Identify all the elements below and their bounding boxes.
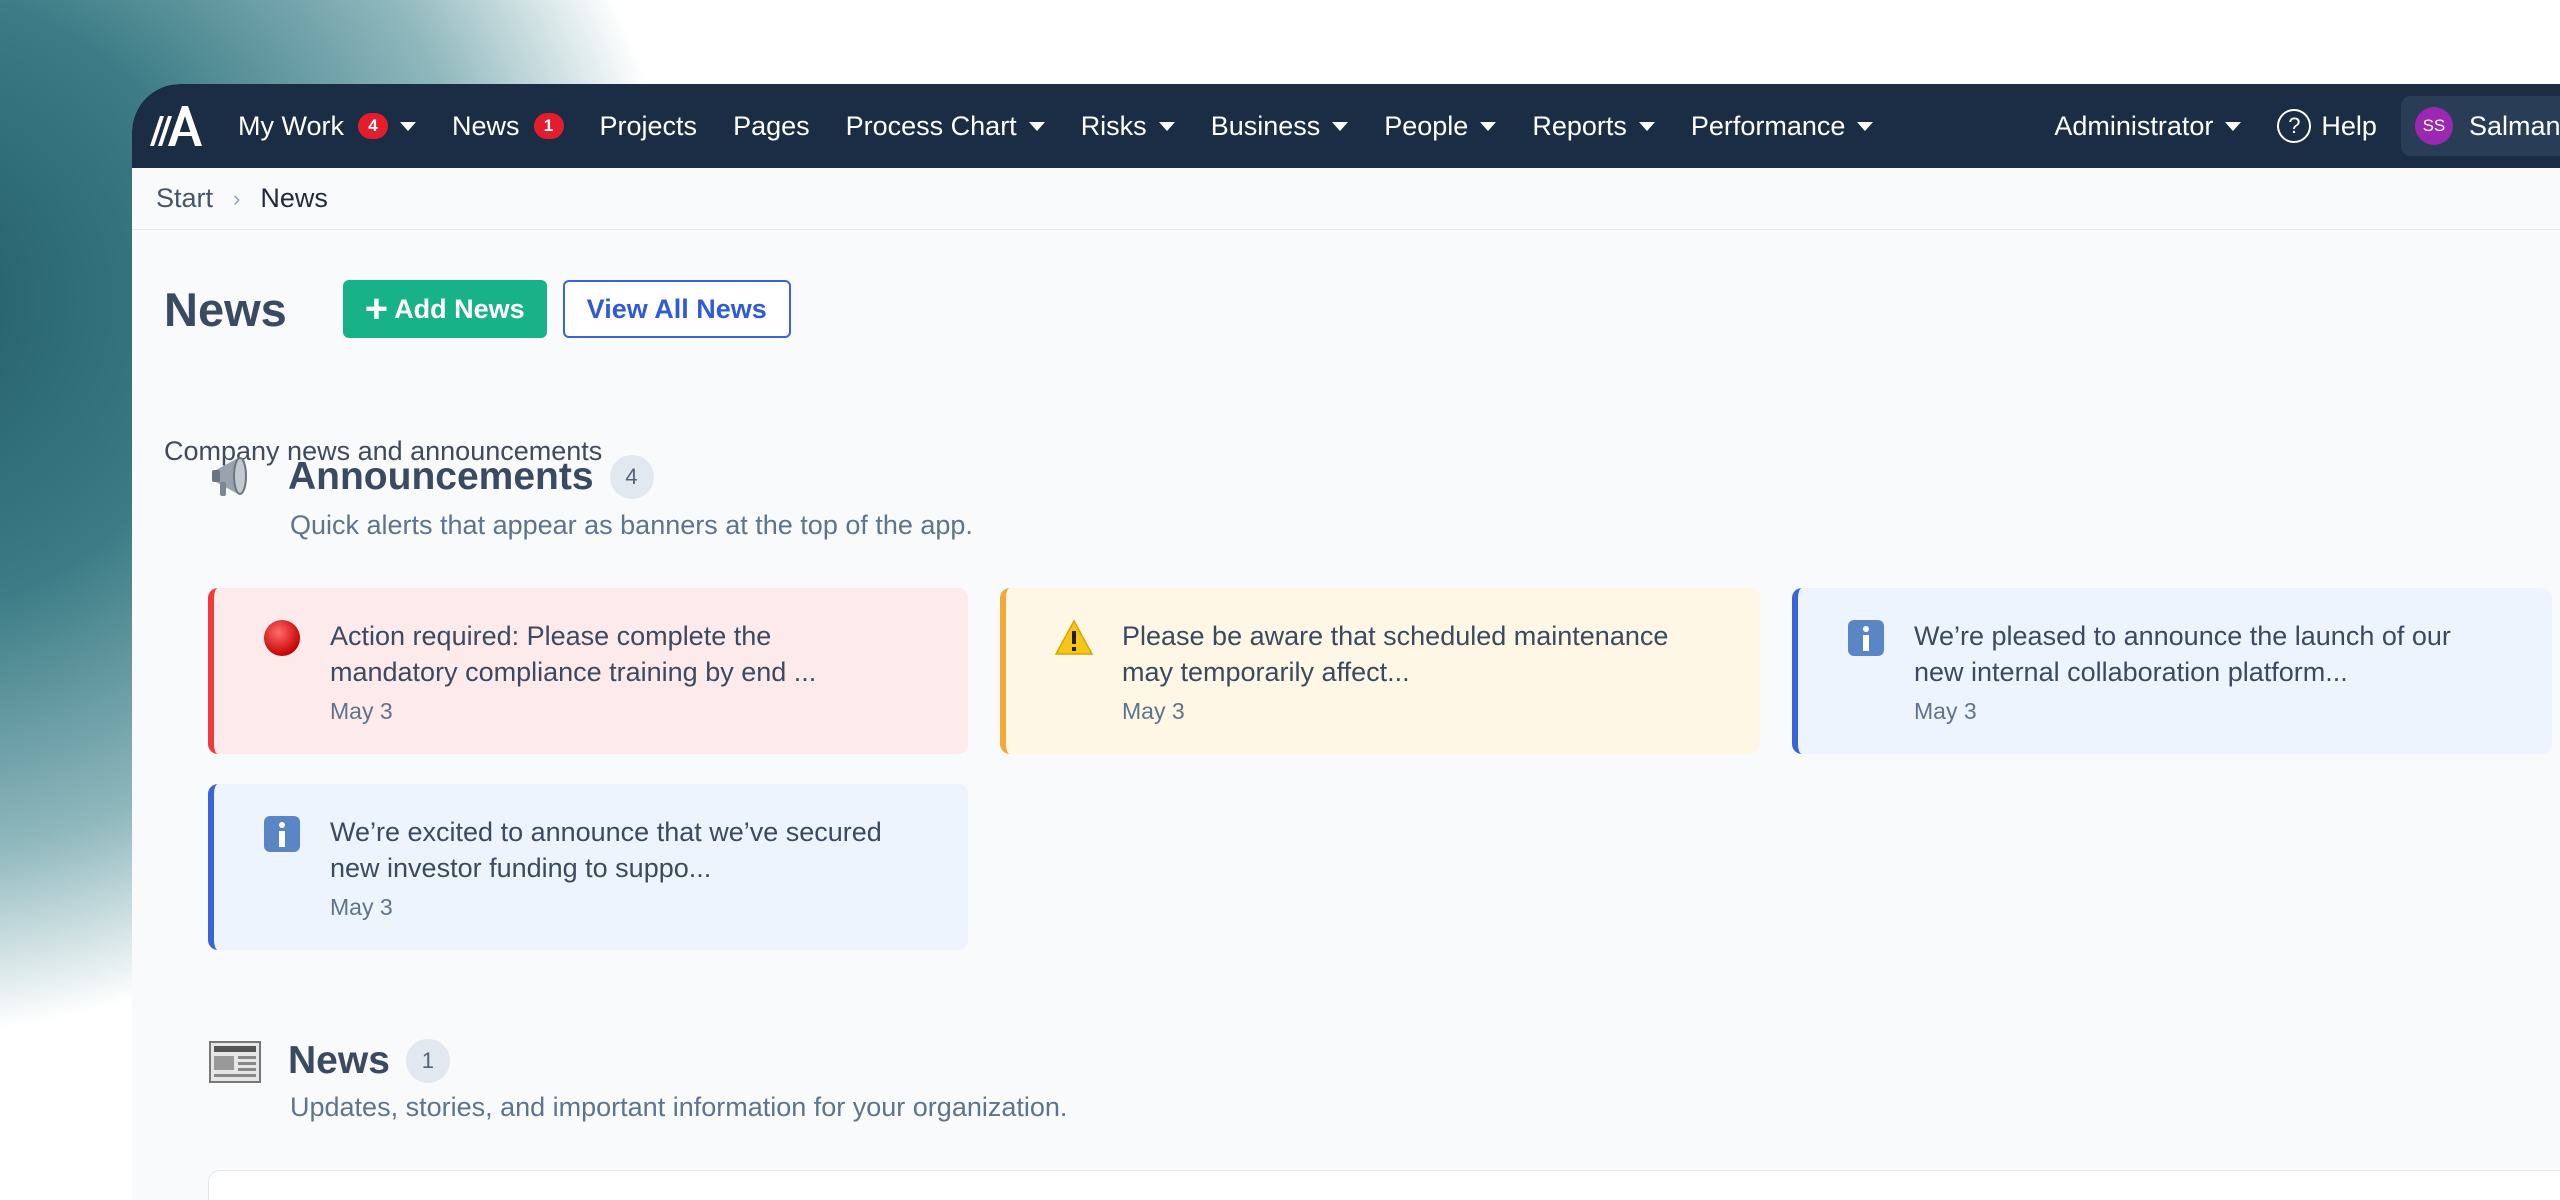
nav-process-chart-label: Process Chart [845, 110, 1017, 141]
chevron-down-icon [400, 121, 416, 131]
newspaper-icon [209, 1041, 261, 1083]
nav-reports-label: Reports [1532, 110, 1627, 141]
nav-process-chart[interactable]: Process Chart [846, 111, 1045, 142]
announcement-date: May 3 [1914, 698, 1977, 724]
warning-icon [1054, 619, 1094, 655]
nav-administrator[interactable]: Administrator [2054, 110, 2242, 142]
add-news-label: Add News [394, 293, 525, 324]
news-section-title: News [288, 1039, 390, 1082]
user-name: Salman S [2468, 110, 2560, 141]
chevron-down-icon [1028, 121, 1045, 131]
nav-business[interactable]: Business [1211, 111, 1349, 142]
news-list-card [208, 1170, 2560, 1200]
chevron-down-icon [1158, 121, 1175, 131]
my-work-badge: 4 [358, 113, 388, 139]
nav-business-label: Business [1210, 110, 1321, 141]
nav-my-work[interactable]: My Work 4 [238, 111, 416, 142]
megaphone-icon [212, 457, 247, 496]
news-badge: 1 [533, 113, 564, 139]
page-title: News [164, 282, 287, 336]
announcement-date: May 3 [330, 698, 393, 724]
nav-projects-label: Projects [599, 110, 698, 141]
nav-projects[interactable]: Projects [600, 111, 698, 142]
chevron-right-icon: › [233, 185, 241, 211]
announcement-card[interactable]: Action required: Please complete the man… [208, 588, 968, 754]
top-navigation: My Work 4 News 1 Projects Pages Process … [132, 84, 2560, 168]
chevron-down-icon [1857, 121, 1874, 131]
view-all-news-button[interactable]: View All News [562, 280, 791, 338]
info-icon [264, 816, 300, 852]
announcement-card[interactable]: We’re excited to announce that we’ve sec… [208, 784, 968, 950]
breadcrumb-current: News [260, 183, 328, 213]
announcement-text: We’re pleased to announce the launch of … [1914, 621, 2451, 687]
announcement-text: Action required: Please complete the man… [330, 621, 817, 687]
announcement-text: Please be aware that scheduled maintenan… [1122, 621, 1669, 687]
chevron-down-icon [1332, 121, 1349, 131]
avatar: SS [2414, 107, 2453, 145]
nav-performance-label: Performance [1690, 110, 1846, 141]
app-logo-icon[interactable] [148, 102, 202, 150]
nav-pages[interactable]: Pages [733, 111, 810, 142]
nav-my-work-label: My Work [238, 110, 344, 141]
user-menu[interactable]: SS Salman S [2400, 96, 2560, 156]
app-window: My Work 4 News 1 Projects Pages Process … [132, 84, 2560, 1200]
breadcrumb: Start › News [132, 168, 2560, 230]
announcement-card[interactable]: We’re pleased to announce the launch of … [1792, 588, 2552, 754]
announcements-header: Announcements 4 [208, 450, 654, 504]
announcement-card[interactable]: Please be aware that scheduled maintenan… [1000, 588, 1760, 754]
news-section-subtitle: Updates, stories, and important informat… [290, 1092, 1068, 1122]
announcement-date: May 3 [1122, 698, 1185, 724]
breadcrumb-start-link[interactable]: Start [156, 183, 213, 214]
news-section-header: News 1 [208, 1034, 450, 1088]
add-news-button[interactable]: + Add News [342, 280, 547, 338]
nav-people[interactable]: People [1384, 110, 1497, 142]
info-icon [1848, 620, 1884, 656]
nav-news[interactable]: News 1 [452, 111, 564, 142]
nav-risks-label: Risks [1080, 110, 1147, 141]
nav-risks[interactable]: Risks [1081, 111, 1175, 142]
nav-help-label: Help [2321, 110, 2377, 141]
chevron-down-icon [1480, 121, 1497, 131]
announcements-subtitle: Quick alerts that appear as banners at t… [290, 510, 973, 540]
nav-pages-label: Pages [733, 110, 810, 141]
help-circle-icon: ? [2277, 109, 2312, 143]
nav-people-label: People [1384, 110, 1469, 141]
nav-news-label: News [452, 110, 520, 141]
plus-icon: + [364, 287, 389, 331]
nav-administrator-label: Administrator [2054, 110, 2214, 141]
announcements-title: Announcements [288, 455, 594, 498]
red-circle-icon [264, 620, 300, 656]
announcement-date: May 3 [330, 894, 393, 920]
news-count-badge: 1 [405, 1039, 450, 1083]
nav-reports[interactable]: Reports [1532, 111, 1655, 142]
nav-performance[interactable]: Performance [1691, 111, 1874, 142]
announcements-count-badge: 4 [609, 455, 654, 499]
nav-help[interactable]: ? Help [2277, 109, 2377, 143]
page-header: News + Add News View All News [164, 280, 791, 338]
chevron-down-icon [2225, 121, 2242, 131]
chevron-down-icon [1638, 121, 1655, 131]
announcement-text: We’re excited to announce that we’ve sec… [330, 817, 882, 883]
